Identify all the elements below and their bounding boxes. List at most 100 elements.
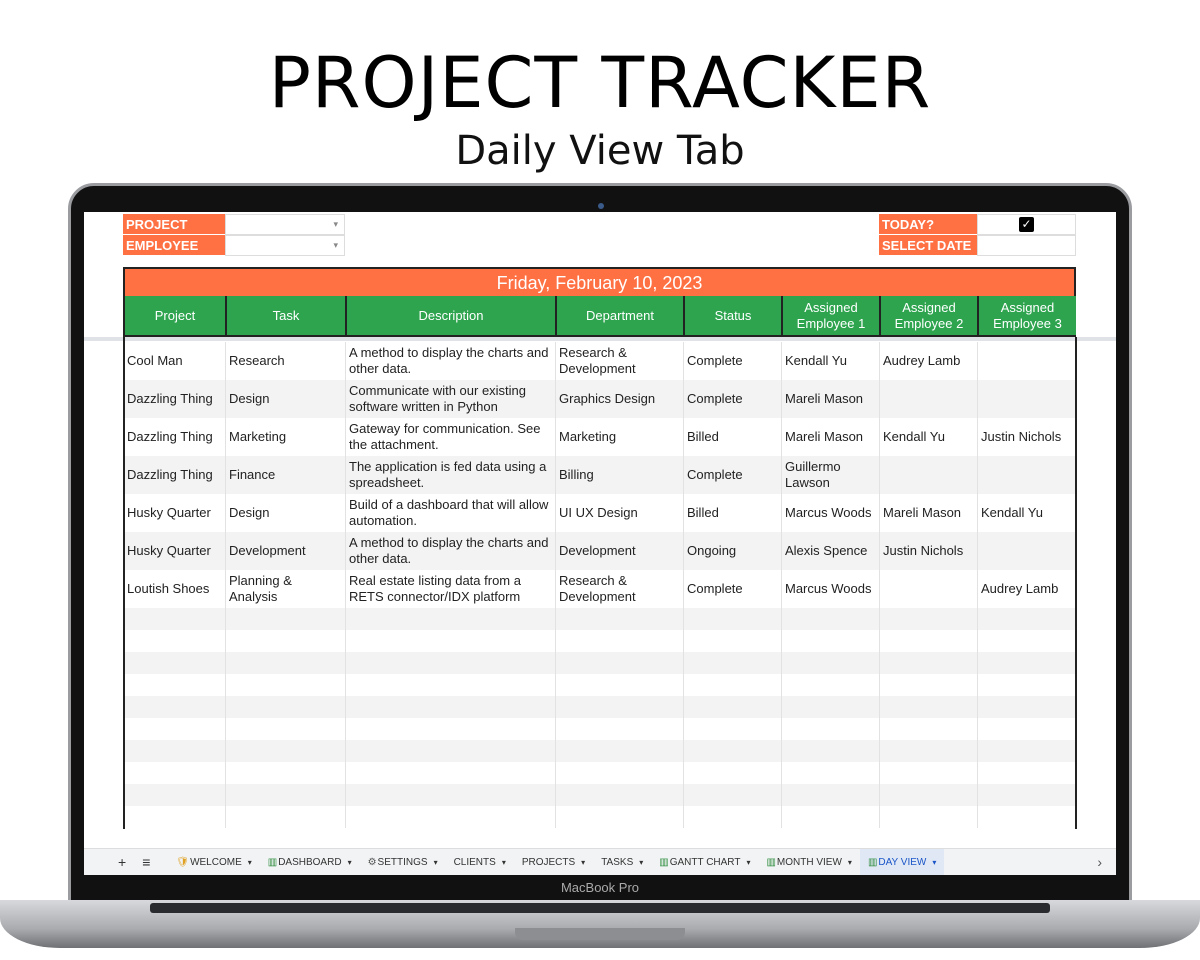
empty-cell[interactable] <box>781 806 879 828</box>
table-cell[interactable]: UI UX Design <box>555 494 683 532</box>
empty-cell[interactable] <box>225 608 345 630</box>
empty-cell[interactable] <box>123 762 225 784</box>
sheet-tab-settings[interactable]: ⚙SETTINGS ▾ <box>360 857 446 868</box>
empty-cell[interactable] <box>225 740 345 762</box>
empty-cell[interactable] <box>345 806 555 828</box>
empty-cell[interactable] <box>345 784 555 806</box>
table-cell[interactable] <box>977 380 1076 418</box>
empty-cell[interactable] <box>977 762 1076 784</box>
sheet-tab-projects[interactable]: PROJECTS ▾ <box>514 857 593 868</box>
empty-cell[interactable] <box>879 608 977 630</box>
empty-cell[interactable] <box>225 762 345 784</box>
table-cell[interactable]: Mareli Mason <box>879 494 977 532</box>
table-cell[interactable]: Research & Development <box>555 570 683 608</box>
empty-cell[interactable] <box>683 652 781 674</box>
empty-cell[interactable] <box>781 652 879 674</box>
empty-cell[interactable] <box>781 630 879 652</box>
empty-cell[interactable] <box>683 718 781 740</box>
empty-cell[interactable] <box>555 630 683 652</box>
table-cell[interactable]: Audrey Lamb <box>977 570 1076 608</box>
table-cell[interactable]: A method to display the charts and other… <box>345 342 555 380</box>
table-cell[interactable]: Billed <box>683 494 781 532</box>
table-cell[interactable]: Communicate with our existing software w… <box>345 380 555 418</box>
table-cell[interactable]: Graphics Design <box>555 380 683 418</box>
caret-down-icon[interactable]: ▾ <box>575 858 585 867</box>
table-cell[interactable]: Finance <box>225 456 345 494</box>
table-cell[interactable]: Kendall Yu <box>879 418 977 456</box>
sheet-tab-gantt-chart[interactable]: ▥GANTT CHART ▾ <box>651 857 758 868</box>
empty-cell[interactable] <box>879 762 977 784</box>
table-cell[interactable] <box>977 532 1076 570</box>
table-cell[interactable]: Cool Man <box>123 342 225 380</box>
empty-cell[interactable] <box>123 608 225 630</box>
table-cell[interactable]: Husky Quarter <box>123 532 225 570</box>
sheet-tab-month-view[interactable]: ▥MONTH VIEW ▾ <box>758 857 859 868</box>
table-cell[interactable]: Kendall Yu <box>977 494 1076 532</box>
empty-cell[interactable] <box>879 652 977 674</box>
empty-cell[interactable] <box>781 718 879 740</box>
table-cell[interactable]: Complete <box>683 570 781 608</box>
employee-dropdown[interactable]: ▾ <box>225 235 345 256</box>
empty-cell[interactable] <box>977 674 1076 696</box>
caret-down-icon[interactable]: ▾ <box>242 858 252 867</box>
table-cell[interactable]: Design <box>225 380 345 418</box>
empty-cell[interactable] <box>123 696 225 718</box>
table-cell[interactable]: Marcus Woods <box>781 494 879 532</box>
empty-cell[interactable] <box>781 784 879 806</box>
table-cell[interactable]: Kendall Yu <box>781 342 879 380</box>
empty-cell[interactable] <box>345 608 555 630</box>
table-cell[interactable]: Build of a dashboard that will allow aut… <box>345 494 555 532</box>
table-cell[interactable]: Mareli Mason <box>781 380 879 418</box>
empty-cell[interactable] <box>555 718 683 740</box>
empty-cell[interactable] <box>781 696 879 718</box>
empty-cell[interactable] <box>879 674 977 696</box>
empty-cell[interactable] <box>555 806 683 828</box>
empty-cell[interactable] <box>977 784 1076 806</box>
empty-cell[interactable] <box>225 674 345 696</box>
empty-cell[interactable] <box>683 740 781 762</box>
table-cell[interactable]: Marketing <box>225 418 345 456</box>
empty-cell[interactable] <box>345 762 555 784</box>
table-cell[interactable] <box>977 342 1076 380</box>
empty-cell[interactable] <box>123 630 225 652</box>
empty-cell[interactable] <box>225 718 345 740</box>
table-cell[interactable]: Development <box>225 532 345 570</box>
today-checkbox[interactable]: ✓ <box>1019 217 1034 232</box>
empty-cell[interactable] <box>879 740 977 762</box>
empty-cell[interactable] <box>555 652 683 674</box>
empty-cell[interactable] <box>977 740 1076 762</box>
project-dropdown[interactable]: ▾ <box>225 214 345 235</box>
sheet-tab-welcome[interactable]: 🛡WELCOME ▾ <box>168 857 259 868</box>
empty-cell[interactable] <box>781 740 879 762</box>
empty-cell[interactable] <box>683 674 781 696</box>
caret-down-icon[interactable]: ▾ <box>342 858 352 867</box>
table-cell[interactable]: The application is fed data using a spre… <box>345 456 555 494</box>
table-cell[interactable]: Marketing <box>555 418 683 456</box>
empty-cell[interactable] <box>345 740 555 762</box>
empty-cell[interactable] <box>123 740 225 762</box>
empty-cell[interactable] <box>345 696 555 718</box>
table-cell[interactable]: Dazzling Thing <box>123 418 225 456</box>
empty-cell[interactable] <box>977 806 1076 828</box>
empty-cell[interactable] <box>683 608 781 630</box>
table-cell[interactable]: Complete <box>683 456 781 494</box>
table-cell[interactable]: Development <box>555 532 683 570</box>
caret-down-icon[interactable]: ▾ <box>633 858 643 867</box>
select-date-input[interactable] <box>977 235 1076 256</box>
empty-cell[interactable] <box>977 696 1076 718</box>
empty-cell[interactable] <box>683 762 781 784</box>
empty-cell[interactable] <box>555 674 683 696</box>
table-cell[interactable]: Real estate listing data from a RETS con… <box>345 570 555 608</box>
empty-cell[interactable] <box>781 608 879 630</box>
empty-cell[interactable] <box>879 718 977 740</box>
empty-cell[interactable] <box>555 608 683 630</box>
add-sheet-button[interactable]: + <box>84 854 134 870</box>
empty-cell[interactable] <box>345 630 555 652</box>
table-cell[interactable]: Gateway for communication. See the attac… <box>345 418 555 456</box>
table-cell[interactable]: Justin Nichols <box>977 418 1076 456</box>
empty-cell[interactable] <box>781 674 879 696</box>
empty-cell[interactable] <box>879 784 977 806</box>
sheet-tab-tasks[interactable]: TASKS ▾ <box>593 857 651 868</box>
empty-cell[interactable] <box>123 652 225 674</box>
table-cell[interactable]: Research <box>225 342 345 380</box>
